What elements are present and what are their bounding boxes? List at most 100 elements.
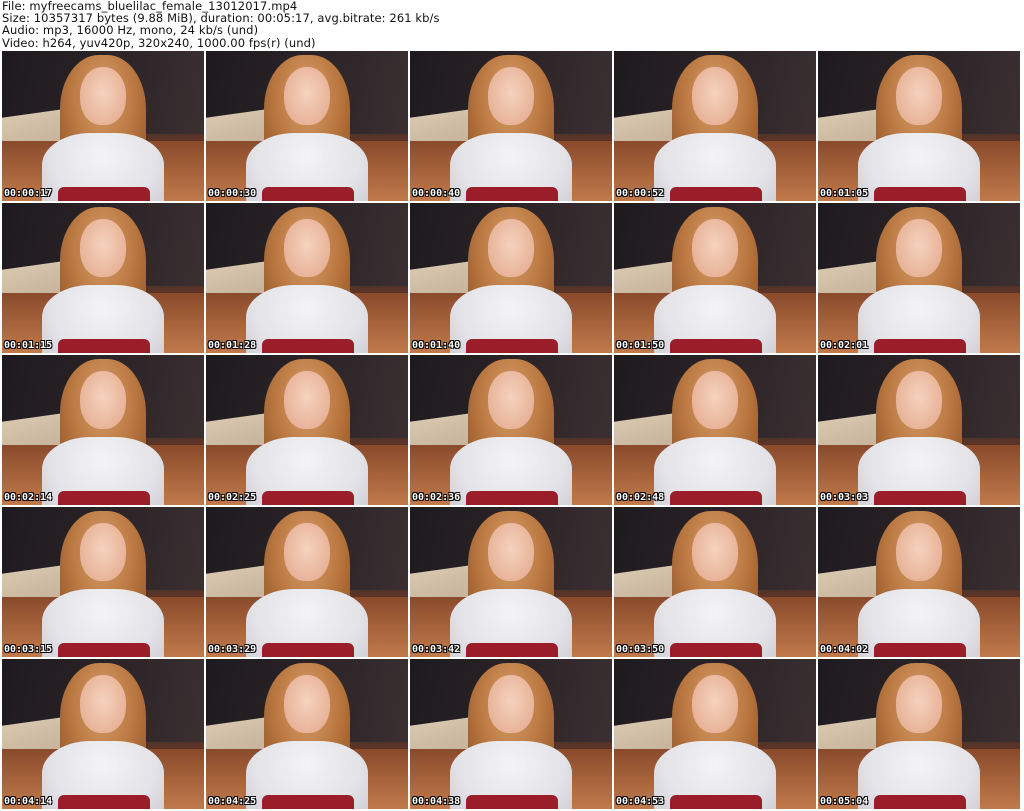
- video-thumbnail: 00:02:36: [410, 355, 612, 505]
- thumbnail-timestamp: 00:03:15: [4, 644, 53, 655]
- thumbnail-timestamp: 00:04:25: [208, 796, 257, 807]
- video-info-line: Video: h264, yuv420p, 320x240, 1000.00 f…: [2, 35, 316, 50]
- thumbnail-timestamp: 00:00:30: [208, 188, 257, 199]
- thumbnail-skirt: [58, 187, 150, 201]
- thumbnail-skirt: [262, 187, 354, 201]
- thumbnail-timestamp: 00:04:53: [616, 796, 665, 807]
- video-thumbnail: 00:00:52: [614, 51, 816, 201]
- thumbnail-timestamp: 00:01:15: [4, 340, 53, 351]
- thumbnail-timestamp: 00:00:52: [616, 188, 665, 199]
- thumbnail-skirt: [670, 187, 762, 201]
- thumbnail-skirt: [466, 187, 558, 201]
- thumbnail-person-face: [692, 371, 738, 429]
- thumbnail-person-face: [692, 523, 738, 581]
- video-thumbnail: 00:03:42: [410, 507, 612, 657]
- thumbnail-skirt: [670, 339, 762, 353]
- thumbnail-timestamp: 00:04:02: [820, 644, 869, 655]
- thumbnail-person-face: [284, 523, 330, 581]
- thumbnail-skirt: [874, 491, 966, 505]
- thumbnail-skirt: [58, 643, 150, 657]
- video-thumbnail: 00:02:48: [614, 355, 816, 505]
- thumbnail-person-face: [80, 523, 126, 581]
- thumbnail-skirt: [262, 643, 354, 657]
- video-thumbnail: 00:02:25: [206, 355, 408, 505]
- video-thumbnail: 00:04:38: [410, 659, 612, 809]
- thumbnail-timestamp: 00:03:50: [616, 644, 665, 655]
- thumbnail-person-face: [896, 67, 942, 125]
- thumbnail-timestamp: 00:03:03: [820, 492, 869, 503]
- thumbnail-person-face: [488, 371, 534, 429]
- thumbnail-person-face: [488, 67, 534, 125]
- video-thumbnail: 00:01:50: [614, 203, 816, 353]
- thumbnail-person-face: [284, 371, 330, 429]
- video-thumbnail: 00:04:14: [2, 659, 204, 809]
- thumbnail-timestamp: 00:02:25: [208, 492, 257, 503]
- thumbnail-skirt: [874, 187, 966, 201]
- video-thumbnail: 00:02:01: [818, 203, 1020, 353]
- thumbnail-skirt: [466, 643, 558, 657]
- thumbnail-grid: 00:00:17 00:00:30 00:00:40 00:00:52 00:01:05…: [2, 51, 1023, 811]
- thumbnail-timestamp: 00:00:40: [412, 188, 461, 199]
- video-thumbnail: 00:01:05: [818, 51, 1020, 201]
- thumbnail-person-face: [896, 675, 942, 733]
- thumbnail-timestamp: 00:03:42: [412, 644, 461, 655]
- thumbnail-person-face: [284, 67, 330, 125]
- video-thumbnail: 00:01:15: [2, 203, 204, 353]
- video-thumbnail: 00:02:14: [2, 355, 204, 505]
- video-thumbnail: 00:00:40: [410, 51, 612, 201]
- thumbnail-skirt: [466, 339, 558, 353]
- thumbnail-person-face: [80, 675, 126, 733]
- thumbnail-timestamp: 00:04:14: [4, 796, 53, 807]
- thumbnail-timestamp: 00:03:29: [208, 644, 257, 655]
- thumbnail-skirt: [466, 795, 558, 809]
- thumbnail-person-face: [692, 675, 738, 733]
- video-thumbnail: 00:00:30: [206, 51, 408, 201]
- thumbnail-person-face: [488, 219, 534, 277]
- video-thumbnail: 00:03:29: [206, 507, 408, 657]
- thumbnail-skirt: [874, 643, 966, 657]
- thumbnail-timestamp: 00:00:17: [4, 188, 53, 199]
- thumbnail-skirt: [262, 339, 354, 353]
- thumbnail-skirt: [874, 339, 966, 353]
- thumbnail-person-face: [284, 219, 330, 277]
- thumbnail-timestamp: 00:05:04: [820, 796, 869, 807]
- video-thumbnail: 00:03:15: [2, 507, 204, 657]
- thumbnail-timestamp: 00:01:50: [616, 340, 665, 351]
- thumbnail-skirt: [874, 795, 966, 809]
- thumbnail-person-face: [488, 523, 534, 581]
- thumbnail-timestamp: 00:01:05: [820, 188, 869, 199]
- thumbnail-skirt: [262, 795, 354, 809]
- thumbnail-skirt: [670, 795, 762, 809]
- video-thumbnail: 00:01:40: [410, 203, 612, 353]
- thumbnail-skirt: [58, 339, 150, 353]
- thumbnail-person-face: [896, 523, 942, 581]
- thumbnail-timestamp: 00:02:01: [820, 340, 869, 351]
- thumbnail-person-face: [284, 675, 330, 733]
- thumbnail-timestamp: 00:02:14: [4, 492, 53, 503]
- thumbnail-skirt: [58, 491, 150, 505]
- thumbnail-person-face: [488, 675, 534, 733]
- thumbnail-skirt: [262, 491, 354, 505]
- thumbnail-person-face: [80, 67, 126, 125]
- thumbnail-timestamp: 00:02:36: [412, 492, 461, 503]
- thumbnail-person-face: [896, 219, 942, 277]
- thumbnail-skirt: [670, 491, 762, 505]
- thumbnail-timestamp: 00:04:38: [412, 796, 461, 807]
- thumbnail-person-face: [80, 371, 126, 429]
- thumbnail-timestamp: 00:01:28: [208, 340, 257, 351]
- thumbnail-timestamp: 00:01:40: [412, 340, 461, 351]
- video-thumbnail: 00:04:02: [818, 507, 1020, 657]
- video-thumbnail: 00:04:53: [614, 659, 816, 809]
- video-thumbnail: 00:03:50: [614, 507, 816, 657]
- thumbnail-skirt: [466, 491, 558, 505]
- audio-info-line: Audio: mp3, 16000 Hz, mono, 24 kb/s (und…: [2, 23, 259, 38]
- thumbnail-skirt: [670, 643, 762, 657]
- thumbnail-timestamp: 00:02:48: [616, 492, 665, 503]
- thumbnail-skirt: [58, 795, 150, 809]
- video-thumbnail: 00:01:28: [206, 203, 408, 353]
- video-thumbnail: 00:00:17: [2, 51, 204, 201]
- thumbnail-person-face: [692, 219, 738, 277]
- thumbnail-person-face: [80, 219, 126, 277]
- video-thumbnail: 00:03:03: [818, 355, 1020, 505]
- video-thumbnail: 00:04:25: [206, 659, 408, 809]
